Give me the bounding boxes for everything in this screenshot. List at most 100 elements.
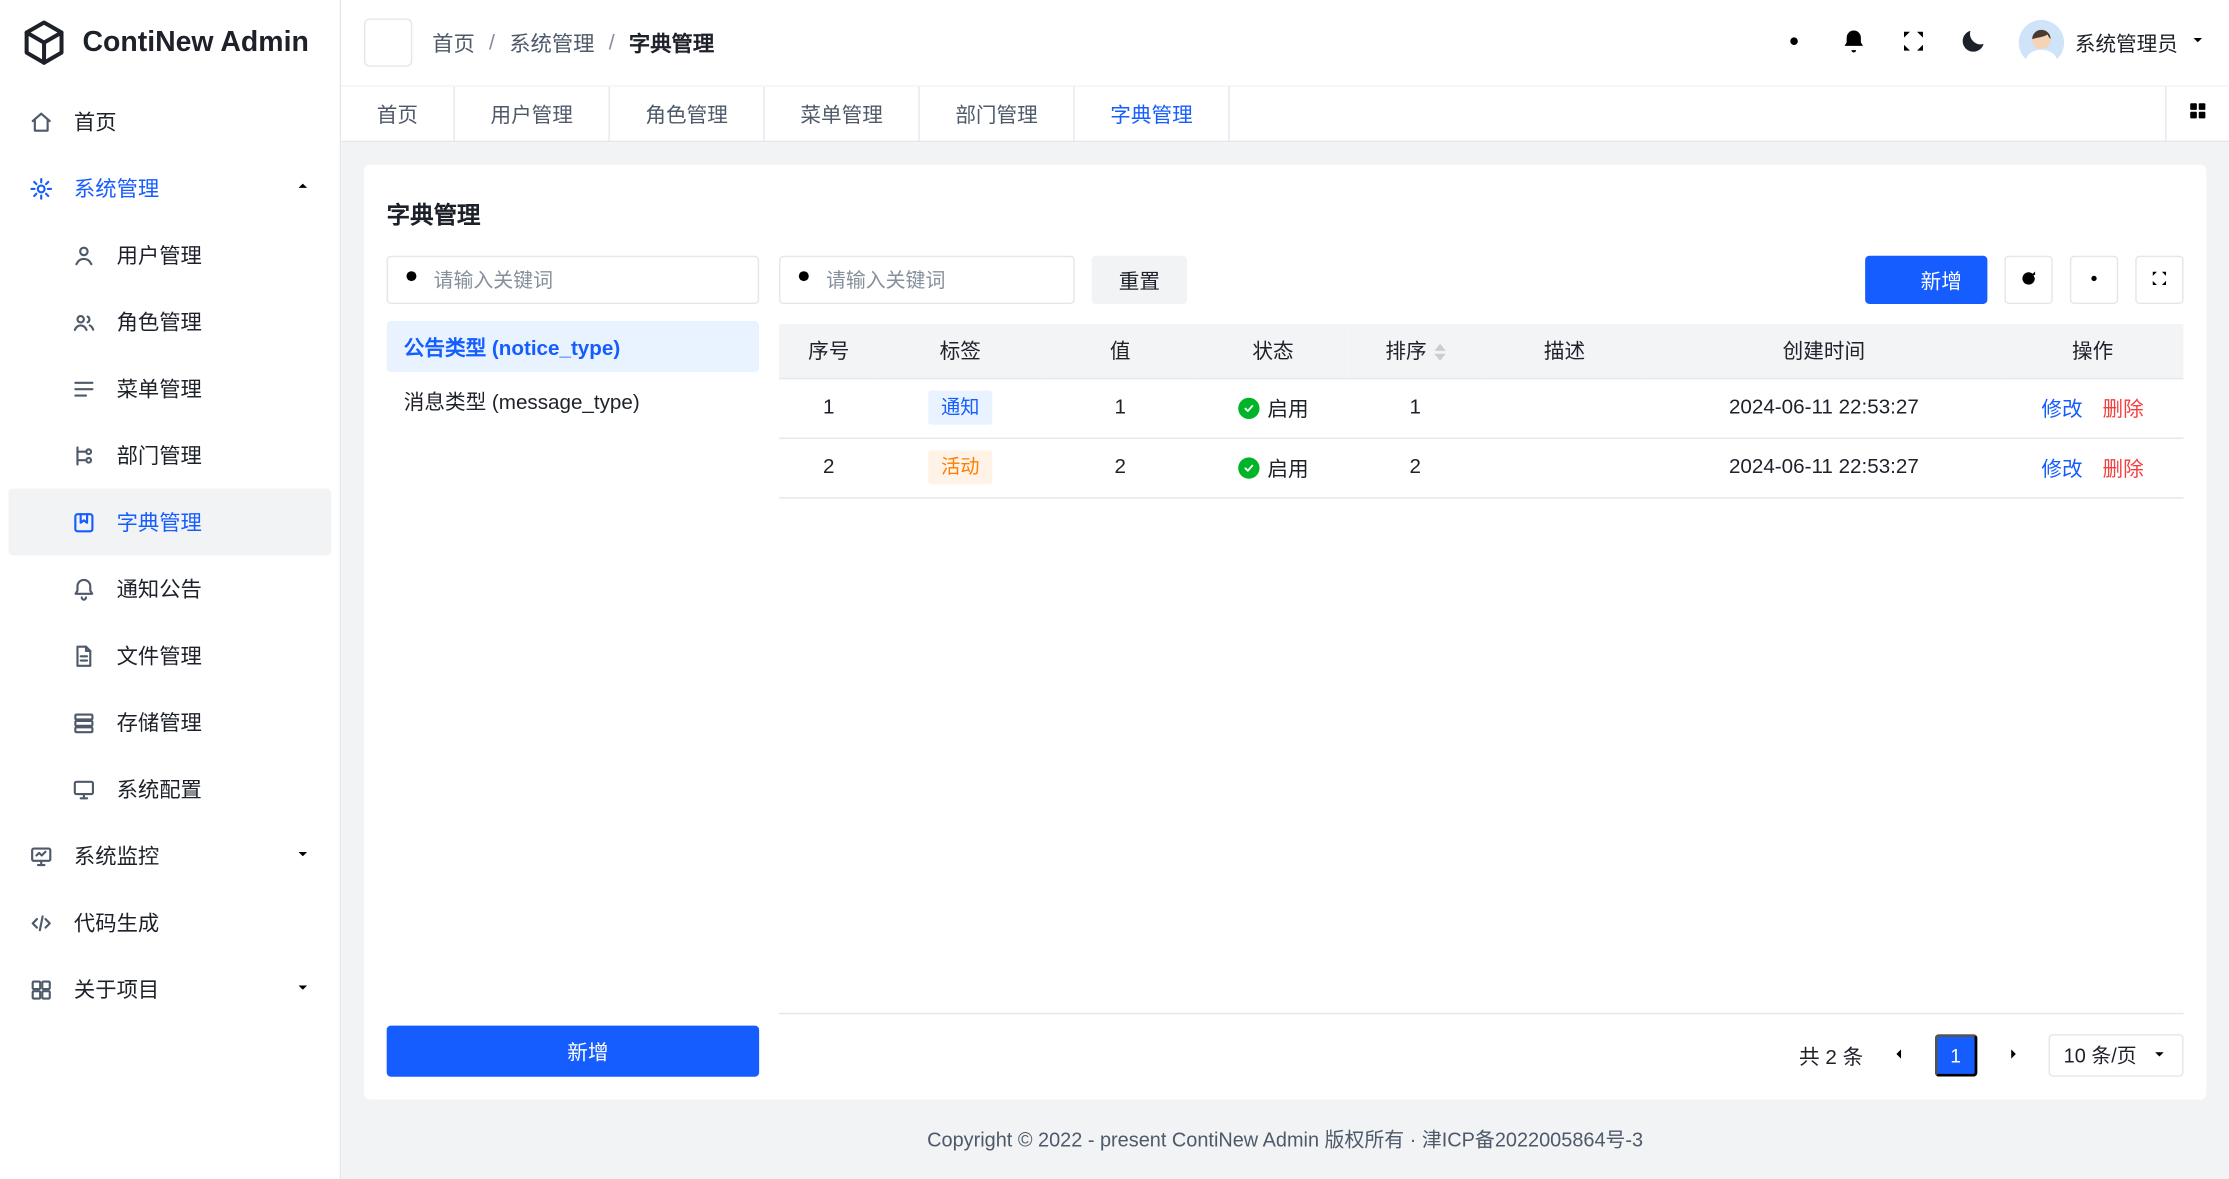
breadcrumb: 首页 / 系统管理 / 字典管理 xyxy=(432,28,714,58)
tab-dept-management[interactable]: 部门管理 xyxy=(920,87,1075,141)
logo-icon xyxy=(20,18,68,66)
chevron-up-icon xyxy=(294,176,311,200)
breadcrumb-separator: / xyxy=(609,31,615,55)
fullscreen-icon xyxy=(1899,26,1927,59)
tab-label: 部门管理 xyxy=(955,99,1037,129)
menu-fold-button[interactable] xyxy=(364,18,412,66)
cell-status: 启用 xyxy=(1198,378,1347,438)
tab-bar: 首页 用户管理 角色管理 菜单管理 部门管理 字典管理 xyxy=(341,85,2229,142)
dict-type-panel: 公告类型 (notice_type) 消息类型 (message_type) 新… xyxy=(387,256,759,1077)
tab-dict-management[interactable]: 字典管理 xyxy=(1075,87,1230,141)
dict-search-input[interactable] xyxy=(434,268,744,291)
cell-no: 1 xyxy=(779,378,879,438)
sidebar-item-label: 系统管理 xyxy=(74,173,159,203)
add-button[interactable]: 新增 xyxy=(1865,256,1987,304)
column-settings-button[interactable] xyxy=(2070,256,2118,304)
sidebar-item-home[interactable]: 首页 xyxy=(0,88,340,155)
item-search-input[interactable] xyxy=(826,268,1059,291)
sort-carets-icon[interactable] xyxy=(1434,344,1445,361)
sidebar-item-label: 字典管理 xyxy=(117,507,202,537)
cell-status: 启用 xyxy=(1198,438,1347,498)
dict-type-list: 公告类型 (notice_type) 消息类型 (message_type) xyxy=(387,321,759,1009)
sidebar-item-file-management[interactable]: 文件管理 xyxy=(0,622,340,689)
delete-link[interactable]: 删除 xyxy=(2103,452,2144,482)
sidebar-item-label: 系统配置 xyxy=(117,774,202,804)
user-menu[interactable]: 系统管理员 xyxy=(2018,20,2206,65)
dict-type-label: 消息类型 (message_type) xyxy=(404,386,640,416)
dark-mode-button[interactable] xyxy=(1958,26,1986,59)
tab-home[interactable]: 首页 xyxy=(341,87,455,141)
reset-button[interactable]: 重置 xyxy=(1092,256,1187,304)
username: 系统管理员 xyxy=(2075,28,2178,58)
tab-user-management[interactable]: 用户管理 xyxy=(455,87,610,141)
app-window: ContiNew Admin 首页 系统管理 用户管理 角色管理 xyxy=(0,0,2229,1179)
cell-value: 1 xyxy=(1042,378,1198,438)
avatar xyxy=(2018,20,2063,65)
sidebar-item-role-management[interactable]: 角色管理 xyxy=(0,288,340,355)
breadcrumb-item-home[interactable]: 首页 xyxy=(432,28,475,58)
menu-list-icon xyxy=(71,376,97,402)
next-page-button[interactable] xyxy=(1991,1034,2034,1077)
tab-label: 用户管理 xyxy=(490,99,572,129)
tab-menu-management[interactable]: 菜单管理 xyxy=(765,87,920,141)
sidebar-item-label: 部门管理 xyxy=(117,440,202,470)
pagination: 共 2 条 1 10 条/页 xyxy=(779,1014,2184,1077)
sidebar-item-menu-management[interactable]: 菜单管理 xyxy=(0,355,340,422)
dict-type-item-notice[interactable]: 公告类型 (notice_type) xyxy=(387,321,759,372)
dict-add-button[interactable]: 新增 xyxy=(387,1026,759,1077)
cell-desc xyxy=(1483,378,1646,438)
sidebar-item-about-project[interactable]: 关于项目 xyxy=(0,956,340,1023)
cell-created: 2024-06-11 22:53:27 xyxy=(1646,378,2001,438)
sidebar-menu: 首页 系统管理 用户管理 角色管理 菜单管理 部门管理 xyxy=(0,85,340,1179)
tab-actions-button[interactable] xyxy=(2165,87,2229,141)
sidebar-item-system-management[interactable]: 系统管理 xyxy=(0,155,340,222)
page-number-button[interactable]: 1 xyxy=(1934,1034,1977,1077)
tab-label: 首页 xyxy=(377,99,418,129)
sidebar: ContiNew Admin 首页 系统管理 用户管理 角色管理 xyxy=(0,0,341,1179)
search-icon xyxy=(402,266,422,293)
settings-button[interactable] xyxy=(1779,26,1807,59)
app-logo[interactable]: ContiNew Admin xyxy=(0,0,340,85)
breadcrumb-item-system[interactable]: 系统管理 xyxy=(509,28,594,58)
notifications-button[interactable] xyxy=(1839,26,1867,59)
page-size-select[interactable]: 10 条/页 xyxy=(2048,1034,2184,1077)
refresh-icon xyxy=(2019,268,2039,292)
bell-icon xyxy=(71,576,97,602)
dict-type-item-message[interactable]: 消息类型 (message_type) xyxy=(387,375,759,426)
column-header-value: 值 xyxy=(1042,324,1198,378)
sidebar-item-dict-management[interactable]: 字典管理 xyxy=(9,489,332,556)
dict-item-table: 序号 标签 值 状态 排序 描述 创建时间 xyxy=(779,324,2184,1014)
sidebar-item-system-monitor[interactable]: 系统监控 xyxy=(0,822,340,889)
tab-role-management[interactable]: 角色管理 xyxy=(610,87,765,141)
sidebar-item-notice[interactable]: 通知公告 xyxy=(0,555,340,622)
prev-page-button[interactable] xyxy=(1877,1034,1920,1077)
edit-link[interactable]: 修改 xyxy=(2041,393,2082,423)
users-icon xyxy=(71,309,97,335)
cell-created: 2024-06-11 22:53:27 xyxy=(1646,438,2001,498)
sidebar-item-storage-management[interactable]: 存储管理 xyxy=(0,689,340,756)
cell-actions: 修改删除 xyxy=(2002,378,2184,438)
toolbar-actions: 新增 xyxy=(1865,256,2183,304)
column-header-sort[interactable]: 排序 xyxy=(1348,324,1483,378)
sidebar-item-label: 存储管理 xyxy=(117,707,202,737)
top-header: 首页 / 系统管理 / 字典管理 系统管理员 xyxy=(341,0,2229,85)
code-icon xyxy=(28,910,54,936)
fullscreen-button[interactable] xyxy=(1899,26,1927,59)
app-title: ContiNew Admin xyxy=(82,26,308,59)
table-row: 1 通知 1 启用 1 2024-06-11 22:53:27 xyxy=(779,378,2184,438)
chevron-right-icon xyxy=(2004,1045,2021,1066)
main-area: 首页 / 系统管理 / 字典管理 系统管理员 xyxy=(341,0,2229,1179)
sidebar-item-system-config[interactable]: 系统配置 xyxy=(0,756,340,823)
sidebar-item-code-generation[interactable]: 代码生成 xyxy=(0,889,340,956)
page-title: 字典管理 xyxy=(387,185,2184,256)
sidebar-item-user-management[interactable]: 用户管理 xyxy=(0,222,340,289)
status-check-icon xyxy=(1238,457,1259,478)
delete-link[interactable]: 删除 xyxy=(2103,393,2144,423)
table-fullscreen-button[interactable] xyxy=(2135,256,2183,304)
edit-link[interactable]: 修改 xyxy=(2041,452,2082,482)
breadcrumb-separator: / xyxy=(489,31,495,55)
cell-tag: 通知 xyxy=(879,378,1042,438)
refresh-button[interactable] xyxy=(2004,256,2052,304)
sidebar-item-dept-management[interactable]: 部门管理 xyxy=(0,422,340,489)
chevron-left-icon xyxy=(1890,1045,1907,1066)
